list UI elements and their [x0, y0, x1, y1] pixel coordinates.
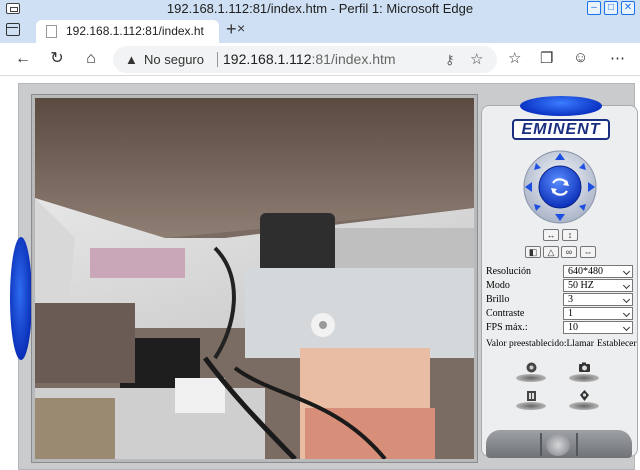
settings-knob-icon[interactable] [546, 434, 570, 456]
record-button[interactable] [516, 388, 546, 410]
infinity-patrol-icon[interactable]: ∞ [561, 246, 577, 258]
fps-label: FPS máx.: [486, 322, 528, 333]
warning-icon[interactable]: ▲ [125, 52, 138, 67]
profile-icon[interactable]: ☺ [573, 49, 588, 66]
resolution-select[interactable]: 640*480 [563, 265, 633, 278]
mode-label: Modo [486, 280, 510, 291]
top-blue-pill-icon [520, 96, 602, 116]
collections-icon[interactable]: ❐ [540, 49, 553, 67]
setting-row-mode: Modo 50 HZ [484, 279, 634, 293]
snapshot-button[interactable] [569, 360, 599, 382]
ptz-direction-pad[interactable] [521, 150, 599, 224]
brightness-select[interactable]: 3 [563, 293, 633, 306]
back-icon[interactable]: ← [12, 49, 34, 69]
panel-bottom-bar [486, 430, 632, 458]
horizontal-flip-icon[interactable]: ↔ [543, 229, 559, 241]
video-frame [31, 94, 478, 463]
address-separator [217, 52, 218, 67]
button-pedestal [569, 374, 599, 382]
speaker-icon [526, 362, 537, 373]
left-blue-ellipse-icon [10, 237, 32, 360]
alarm-icon [580, 390, 589, 401]
resolution-label: Resolución [486, 266, 531, 277]
tab-active[interactable]: 192.168.1.112:81/index.htm × [36, 20, 245, 43]
record-icon [527, 391, 536, 401]
contrast-label: Contraste [486, 308, 525, 319]
tab-strip: 192.168.1.112:81/index.htm × + [0, 17, 640, 43]
contrast-select[interactable]: 1 [563, 307, 633, 320]
more-icon[interactable]: ⋯ [610, 49, 625, 67]
new-tab-icon[interactable]: + [226, 19, 237, 40]
close-icon[interactable]: ✕ [621, 1, 635, 15]
bottom-divider [540, 433, 542, 456]
workspace-icon[interactable] [6, 23, 20, 36]
home-icon[interactable]: ⌂ [80, 49, 102, 69]
security-label[interactable]: No seguro [144, 52, 204, 67]
brand-logo: EMINENT [512, 119, 610, 140]
address-bar[interactable]: ▲ No seguro 192.168.1.112:81/index.htm ⚷… [113, 46, 497, 73]
brightness-label: Brillo [486, 294, 510, 305]
setting-row-fps: FPS máx.: 10 [484, 321, 634, 335]
tab-title: 192.168.1.112:81/index.htm [66, 24, 204, 38]
vertical-flip-icon[interactable]: ↕ [562, 229, 578, 241]
page-favicon-icon [46, 25, 57, 38]
mode-select[interactable]: 50 HZ [563, 279, 633, 292]
patrol-center-icon[interactable]: △ [543, 246, 559, 258]
tab-close-icon[interactable]: × [237, 20, 251, 36]
setting-row-brightness: Brillo 3 [484, 293, 634, 307]
favorites-icon[interactable]: ☆ [508, 49, 521, 67]
url-text[interactable]: 192.168.1.112:81/index.htm [223, 51, 396, 67]
maximize-icon[interactable]: □ [604, 1, 618, 15]
refresh-icon[interactable]: ↻ [46, 49, 68, 69]
key-icon[interactable]: ⚷ [445, 52, 455, 68]
window-title: 192.168.1.112:81/index.htm - Perfil 1: M… [166, 1, 474, 16]
setting-row-contrast: Contraste 1 [484, 307, 634, 321]
preset-call-label[interactable]: Valor preestablecido:Llamar [486, 339, 594, 349]
preset-set-label[interactable]: Establecer [597, 339, 637, 349]
camera-icon [579, 362, 590, 372]
button-pedestal [516, 402, 546, 410]
minimize-icon[interactable]: – [587, 1, 601, 15]
button-pedestal [516, 374, 546, 382]
alarm-button[interactable] [569, 388, 599, 410]
audio-listen-button[interactable] [516, 360, 546, 382]
camera-video-feed [35, 98, 474, 459]
patrol-left-icon[interactable]: ◧ [525, 246, 541, 258]
fps-select[interactable]: 10 [563, 321, 633, 334]
setting-row-resolution: Resolución 640*480 [484, 265, 634, 279]
navigation-bar: ← ↻ ⌂ ▲ No seguro 192.168.1.112:81/index… [0, 43, 640, 76]
button-pedestal [569, 402, 599, 410]
window-titlebar: 192.168.1.112:81/index.htm - Perfil 1: M… [0, 0, 640, 17]
favorite-star-icon[interactable]: ☆ [470, 50, 483, 68]
bottom-divider [576, 433, 578, 456]
patrol-both-icon[interactable]: ⇔ [580, 246, 596, 258]
